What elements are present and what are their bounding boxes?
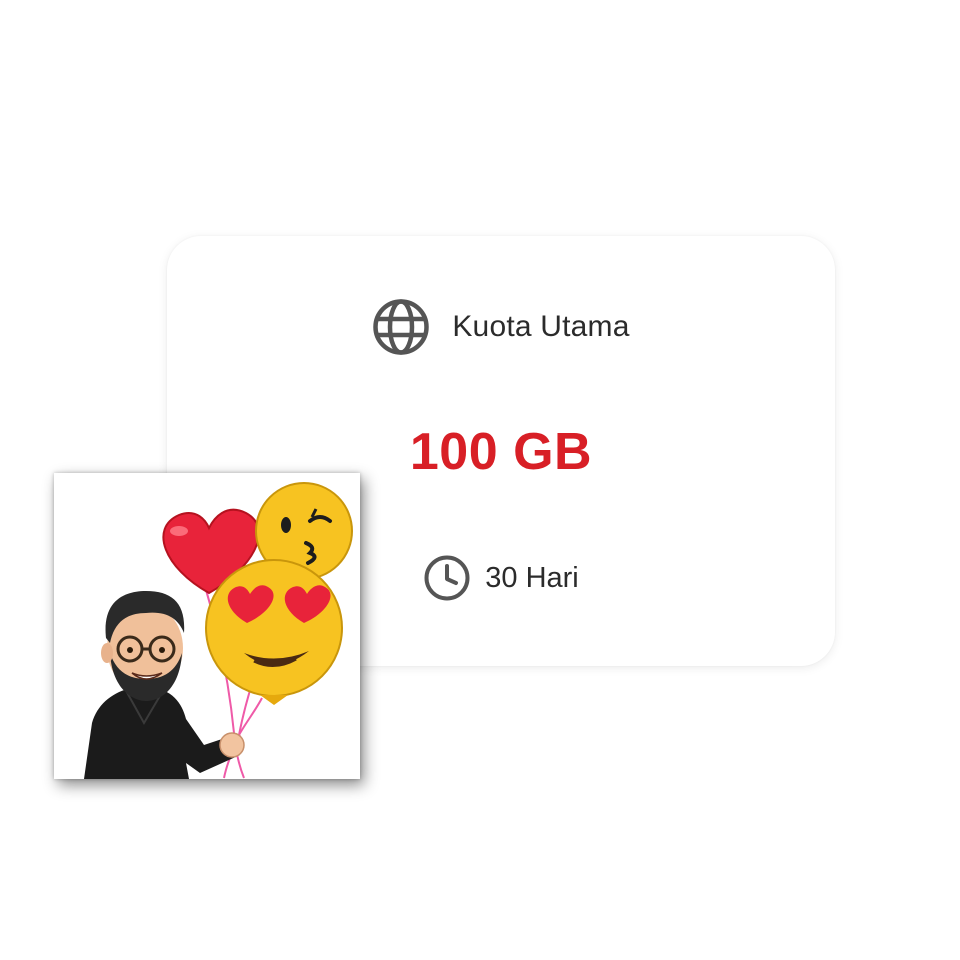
page-canvas: Kuota Utama 100 GB 30 Hari xyxy=(0,0,960,960)
globe-icon xyxy=(372,298,430,356)
quota-header: Kuota Utama xyxy=(167,298,835,356)
quota-label: Kuota Utama xyxy=(452,310,630,343)
duration-label: 30 Hari xyxy=(485,561,579,594)
bitmoji-sticker xyxy=(54,473,360,779)
bitmoji-balloons-illustration xyxy=(84,482,353,779)
clock-icon xyxy=(423,554,471,602)
